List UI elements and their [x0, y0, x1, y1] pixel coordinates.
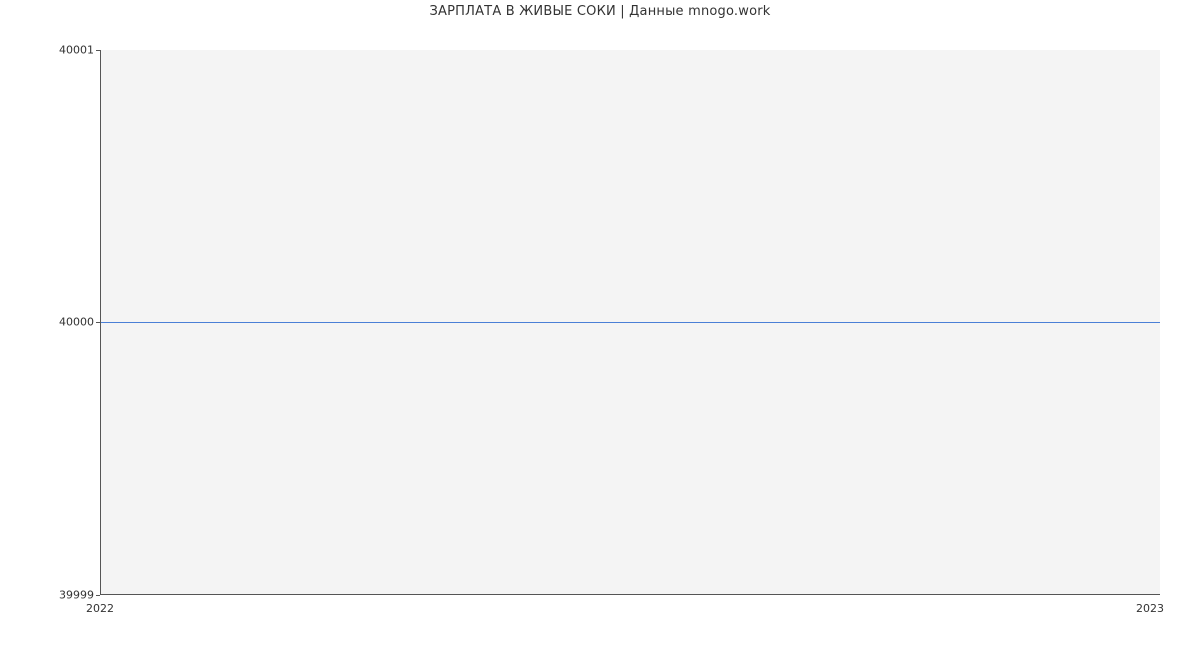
- y-tick-label: 40001: [4, 44, 94, 57]
- chart-title: ЗАРПЛАТА В ЖИВЫЕ СОКИ | Данные mnogo.wor…: [0, 4, 1200, 19]
- y-tick-label: 40000: [4, 316, 94, 329]
- x-tick-label: 2022: [86, 602, 114, 615]
- y-tick-label: 39999: [4, 589, 94, 602]
- plot-area: [100, 50, 1160, 595]
- y-tick-mark: [96, 595, 100, 596]
- series-line: [101, 322, 1160, 323]
- x-tick-label: 2023: [1136, 602, 1164, 615]
- chart-container: ЗАРПЛАТА В ЖИВЫЕ СОКИ | Данные mnogo.wor…: [0, 0, 1200, 650]
